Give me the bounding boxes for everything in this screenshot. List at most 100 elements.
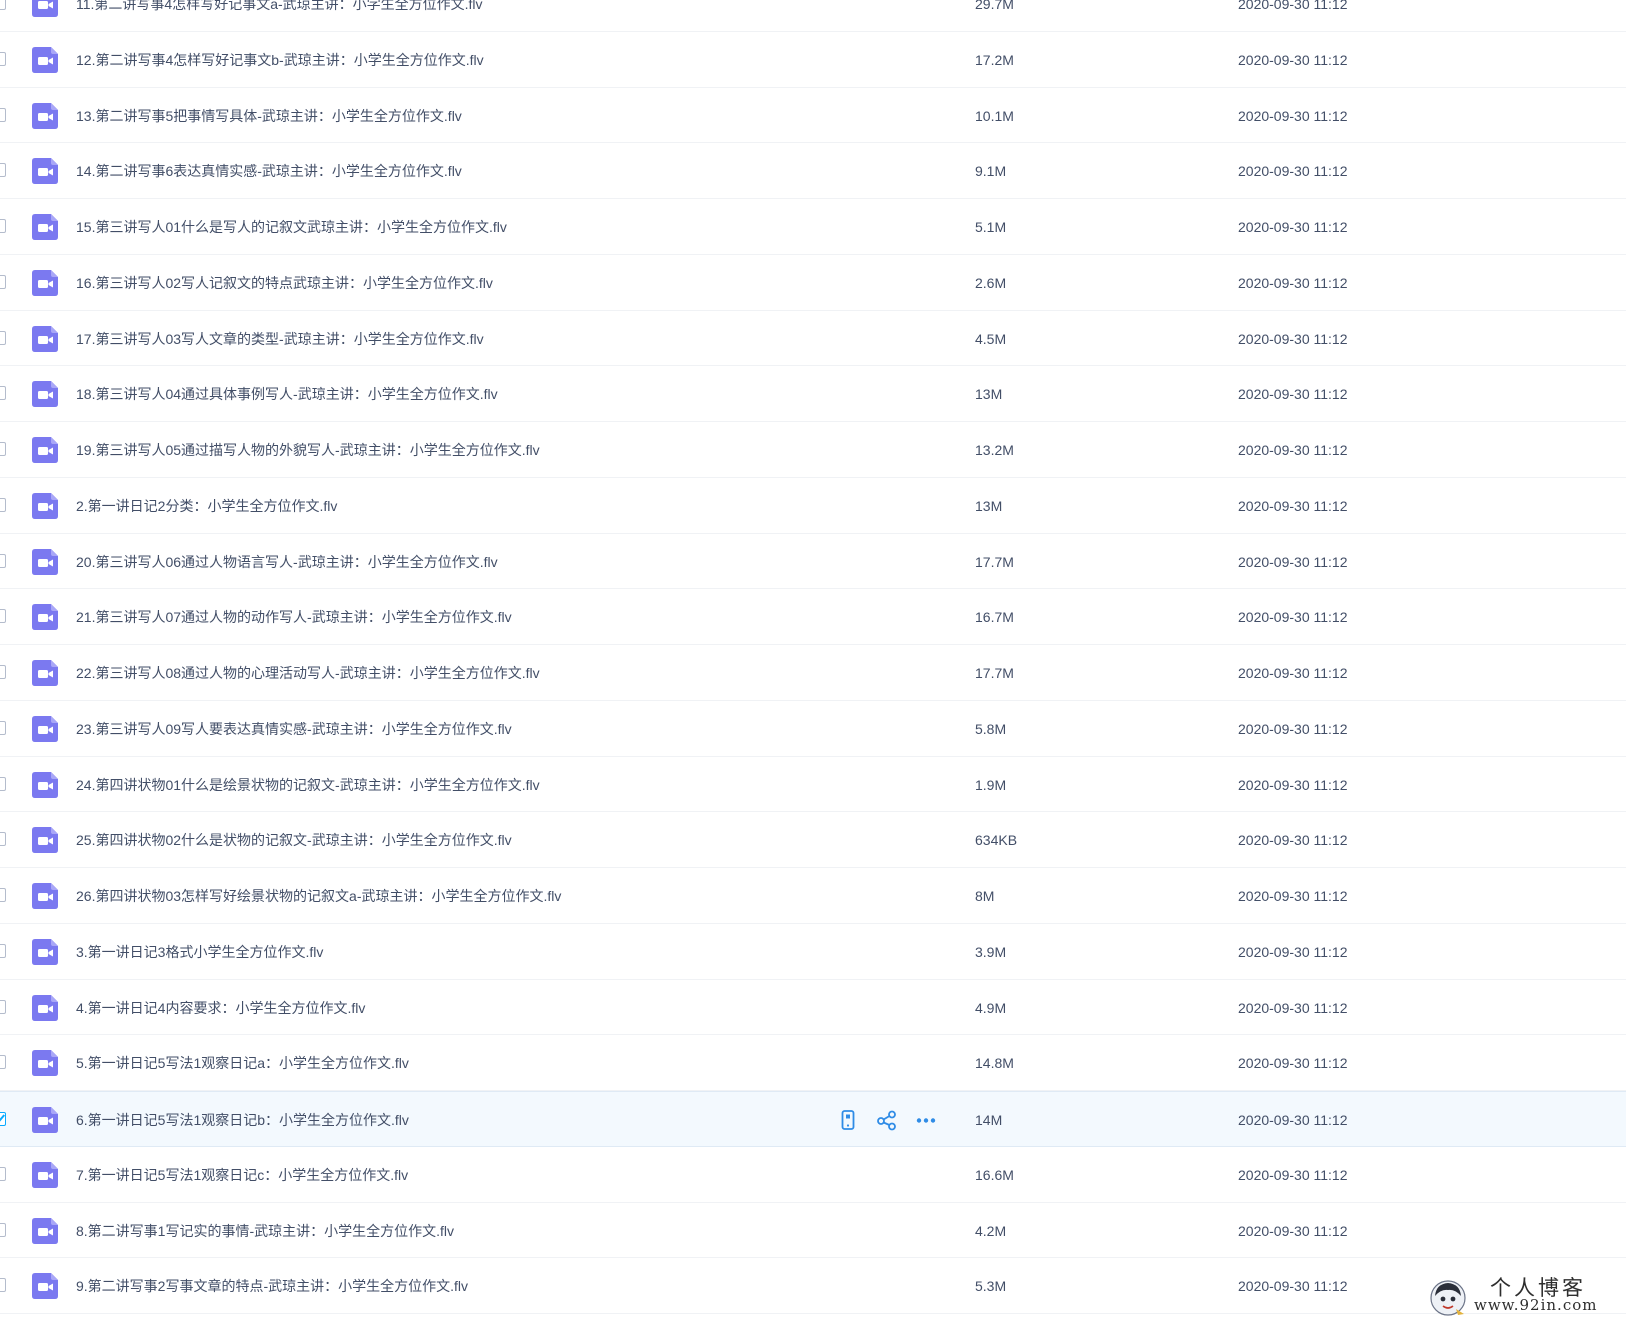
row-checkbox[interactable]	[0, 1166, 6, 1181]
more-icon[interactable]	[914, 1108, 938, 1132]
file-name[interactable]: 26.第四讲状物03怎样写好绘景状物的记叙文a-武琼主讲：小学生全方位作文.fl…	[76, 868, 561, 924]
file-row[interactable]: 24.第四讲状物01什么是绘景状物的记叙文-武琼主讲：小学生全方位作文.flv 1…	[0, 757, 1626, 813]
row-checkbox[interactable]	[0, 442, 6, 456]
mobile-phone-icon[interactable]	[836, 1108, 860, 1132]
row-checkbox[interactable]	[0, 776, 6, 791]
file-modified-date: 2020-09-30 11:12	[1238, 832, 1348, 849]
file-name[interactable]: 3.第一讲日记3格式小学生全方位作文.flv	[76, 924, 323, 980]
file-modified-date: 2020-09-30 11:12	[1238, 720, 1348, 737]
file-row[interactable]: 26.第四讲状物03怎样写好绘景状物的记叙文a-武琼主讲：小学生全方位作文.fl…	[0, 868, 1626, 924]
row-checkbox[interactable]	[0, 888, 6, 902]
file-name[interactable]: 17.第三讲写人03写人文章的类型-武琼主讲：小学生全方位作文.flv	[76, 311, 484, 367]
file-row[interactable]: 6.第一讲日记5写法1观察日记b：小学生全方位作文.flv 14M 2020-09-…	[0, 1091, 1626, 1147]
row-checkbox[interactable]	[0, 330, 6, 345]
row-checkbox[interactable]	[0, 274, 6, 289]
file-row[interactable]: 4.第一讲日记4内容要求：小学生全方位作文.flv 4.9M 2020-09-30 …	[0, 980, 1626, 1036]
file-name[interactable]: 8.第二讲写事1写记实的事情-武琼主讲：小学生全方位作文.flv	[76, 1203, 454, 1259]
file-name[interactable]: 18.第三讲写人04通过具体事例写人-武琼主讲：小学生全方位作文.flv	[76, 366, 498, 422]
file-name[interactable]: 16.第三讲写人02写人记叙文的特点武琼主讲：小学生全方位作文.flv	[76, 255, 493, 311]
row-checkbox[interactable]	[0, 51, 6, 66]
file-row[interactable]: 25.第四讲状物02什么是状物的记叙文-武琼主讲：小学生全方位作文.flv 634…	[0, 812, 1626, 868]
row-checkbox[interactable]	[0, 107, 6, 122]
file-row[interactable]: 7.第一讲日记5写法1观察日记c：小学生全方位作文.flv 16.6M 2020-0…	[0, 1147, 1626, 1203]
video-file-icon	[32, 938, 58, 965]
share-icon[interactable]	[875, 1108, 899, 1132]
file-row[interactable]: 19.第三讲写人05通过描写人物的外貌写人-武琼主讲：小学生全方位作文.flv 1…	[0, 422, 1626, 478]
row-checkbox[interactable]	[0, 163, 6, 178]
file-row[interactable]: 8.第二讲写事1写记实的事情-武琼主讲：小学生全方位作文.flv 4.2M 2020…	[0, 1203, 1626, 1259]
file-name[interactable]: 6.第一讲日记5写法1观察日记b：小学生全方位作文.flv	[76, 1092, 409, 1148]
file-name[interactable]: 20.第三讲写人06通过人物语言写人-武琼主讲：小学生全方位作文.flv	[76, 534, 498, 590]
file-name[interactable]: 4.第一讲日记4内容要求：小学生全方位作文.flv	[76, 980, 365, 1036]
row-checkbox[interactable]	[0, 609, 6, 624]
file-row[interactable]: 11.第二讲写事4怎样写好记事文a-武琼主讲：小学生全方位作文.flv 29.7M…	[0, 0, 1626, 32]
file-row[interactable]: 13.第二讲写事5把事情写具体-武琼主讲：小学生全方位作文.flv 10.1M 20…	[0, 88, 1626, 144]
row-checkbox[interactable]	[0, 1055, 6, 1070]
row-checkbox[interactable]	[0, 497, 6, 512]
file-modified-date: 2020-09-30 11:12	[1238, 609, 1348, 626]
file-name[interactable]: 11.第二讲写事4怎样写好记事文a-武琼主讲：小学生全方位作文.flv	[76, 0, 483, 32]
row-checkbox[interactable]	[0, 665, 6, 679]
file-row[interactable]: 18.第三讲写人04通过具体事例写人-武琼主讲：小学生全方位作文.flv 13M 2…	[0, 366, 1626, 422]
file-name[interactable]: 15.第三讲写人01什么是写人的记叙文武琼主讲：小学生全方位作文.flv	[76, 199, 507, 255]
row-checkbox[interactable]	[0, 943, 6, 958]
row-checkbox[interactable]	[0, 1222, 6, 1237]
file-size: 8M	[975, 888, 995, 904]
row-checkbox[interactable]	[0, 720, 6, 735]
file-name[interactable]: 22.第三讲写人08通过人物的心理活动写人-武琼主讲：小学生全方位作文.flv	[76, 645, 540, 701]
file-row[interactable]: 9.第二讲写事2写事文章的特点-武琼主讲：小学生全方位作文.flv 5.3M 202…	[0, 1258, 1626, 1314]
file-row[interactable]: 16.第三讲写人02写人记叙文的特点武琼主讲：小学生全方位作文.flv 2.6M 2…	[0, 255, 1626, 311]
row-checkbox[interactable]	[0, 0, 6, 10]
file-row[interactable]: 3.第一讲日记3格式小学生全方位作文.flv 3.9M 2020-09-30 11:…	[0, 924, 1626, 980]
file-name[interactable]: 2.第一讲日记2分类：小学生全方位作文.flv	[76, 478, 337, 534]
file-name[interactable]: 5.第一讲日记5写法1观察日记a：小学生全方位作文.flv	[76, 1035, 409, 1091]
file-row[interactable]: 20.第三讲写人06通过人物语言写人-武琼主讲：小学生全方位作文.flv 17.7…	[0, 534, 1626, 590]
file-name[interactable]: 7.第一讲日记5写法1观察日记c：小学生全方位作文.flv	[76, 1147, 408, 1203]
file-size: 13M	[975, 497, 1003, 514]
file-modified-date: 2020-09-30 11:12	[1238, 0, 1348, 12]
file-row[interactable]: 23.第三讲写人09写人要表达真情实感-武琼主讲：小学生全方位作文.flv 5.8…	[0, 701, 1626, 757]
file-name[interactable]: 21.第三讲写人07通过人物的动作写人-武琼主讲：小学生全方位作文.flv	[76, 589, 512, 645]
video-file-icon	[32, 325, 58, 352]
file-name[interactable]: 25.第四讲状物02什么是状物的记叙文-武琼主讲：小学生全方位作文.flv	[76, 812, 512, 868]
watermark-avatar-icon	[1430, 1280, 1466, 1316]
video-file-icon	[32, 1161, 58, 1188]
video-file-icon	[32, 437, 58, 463]
video-file-icon	[32, 1107, 58, 1133]
file-row[interactable]: 17.第三讲写人03写人文章的类型-武琼主讲：小学生全方位作文.flv 4.5M 2…	[0, 311, 1626, 367]
file-name[interactable]: 12.第二讲写事4怎样写好记事文b-武琼主讲：小学生全方位作文.flv	[76, 32, 484, 88]
file-row[interactable]: 21.第三讲写人07通过人物的动作写人-武琼主讲：小学生全方位作文.flv 16.…	[0, 589, 1626, 645]
row-checkbox[interactable]	[0, 219, 6, 233]
row-checkbox[interactable]	[0, 553, 6, 568]
video-file-icon	[32, 0, 58, 17]
video-file-icon	[32, 46, 58, 73]
file-name[interactable]: 13.第二讲写事5把事情写具体-武琼主讲：小学生全方位作文.flv	[76, 88, 462, 144]
row-checkbox[interactable]	[0, 386, 6, 401]
file-modified-date: 2020-09-30 11:12	[1238, 999, 1348, 1016]
file-name[interactable]: 23.第三讲写人09写人要表达真情实感-武琼主讲：小学生全方位作文.flv	[76, 701, 512, 757]
row-checkbox[interactable]	[0, 832, 6, 847]
file-row[interactable]: 5.第一讲日记5写法1观察日记a：小学生全方位作文.flv 14.8M 2020-0…	[0, 1035, 1626, 1091]
video-file-icon	[32, 269, 58, 296]
row-checkbox[interactable]	[0, 1111, 6, 1126]
file-row[interactable]: 14.第二讲写事6表达真情实感-武琼主讲：小学生全方位作文.flv 9.1M 202…	[0, 143, 1626, 199]
row-checkbox[interactable]	[0, 1278, 6, 1293]
file-size: 14.8M	[975, 1055, 1014, 1072]
file-name[interactable]: 14.第二讲写事6表达真情实感-武琼主讲：小学生全方位作文.flv	[76, 143, 462, 199]
file-size: 2.6M	[975, 274, 1007, 291]
file-name[interactable]: 24.第四讲状物01什么是绘景状物的记叙文-武琼主讲：小学生全方位作文.flv	[76, 757, 540, 813]
row-checkbox[interactable]	[0, 999, 6, 1014]
video-file-icon	[32, 604, 58, 631]
file-row[interactable]: 12.第二讲写事4怎样写好记事文b-武琼主讲：小学生全方位作文.flv 17.2M…	[0, 32, 1626, 88]
file-row[interactable]: 22.第三讲写人08通过人物的心理活动写人-武琼主讲：小学生全方位作文.flv 1…	[0, 645, 1626, 701]
file-name[interactable]: 19.第三讲写人05通过描写人物的外貌写人-武琼主讲：小学生全方位作文.flv	[76, 422, 540, 478]
file-row[interactable]: 15.第三讲写人01什么是写人的记叙文武琼主讲：小学生全方位作文.flv 5.1M…	[0, 199, 1626, 255]
video-file-icon	[32, 492, 58, 519]
video-file-icon	[32, 715, 58, 742]
file-modified-date: 2020-09-30 11:12	[1238, 219, 1348, 235]
file-modified-date: 2020-09-30 11:12	[1238, 386, 1348, 403]
file-name[interactable]: 9.第二讲写事2写事文章的特点-武琼主讲：小学生全方位作文.flv	[76, 1258, 468, 1314]
file-modified-date: 2020-09-30 11:12	[1238, 497, 1348, 514]
file-row[interactable]: 2.第一讲日记2分类：小学生全方位作文.flv 13M 2020-09-30 11:…	[0, 478, 1626, 534]
file-size: 13M	[975, 386, 1003, 403]
